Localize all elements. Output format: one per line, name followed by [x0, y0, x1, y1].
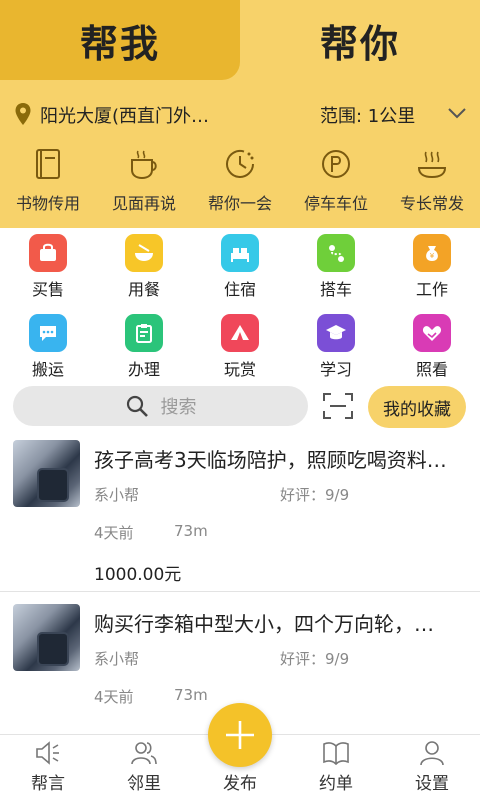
service-ride[interactable]: 搭车 [288, 234, 384, 304]
listing-time: 4天前 [94, 524, 134, 542]
range-text[interactable]: 范围: 1公里 [320, 102, 415, 128]
search-placeholder: 搜索 [160, 397, 197, 418]
service-label: 搭车 [319, 280, 352, 299]
people-icon [131, 742, 157, 765]
category-specialty[interactable]: 专长常发 [384, 146, 480, 216]
service-label: 住宿 [223, 280, 256, 299]
service-caretaking[interactable]: 照看 [384, 314, 480, 384]
location-pin-icon [15, 103, 31, 125]
listing-poster: 系小帮 [94, 486, 140, 504]
category-label: 停车车位 [303, 194, 368, 213]
service-label: 学习 [319, 360, 352, 379]
graduation-icon [317, 314, 355, 352]
service-grid-row: 买售 用餐 住宿 搭车 ¥ 工作 [0, 234, 480, 304]
listing-distance: 73m [174, 686, 208, 704]
service-label: 用餐 [127, 280, 160, 299]
route-icon [317, 234, 355, 272]
location-text: 阳光大厦(西直门外… [40, 106, 210, 127]
nav-orders[interactable]: 约单 [288, 735, 384, 800]
coffee-icon [131, 150, 157, 180]
nav-neighbors[interactable]: 邻里 [96, 735, 192, 800]
service-label: 搬运 [31, 360, 64, 379]
search-input[interactable]: 搜索 [13, 386, 308, 426]
scan-icon[interactable] [322, 392, 354, 420]
tab-help-me[interactable]: 帮我 [0, 0, 240, 80]
listing-thumbnail [13, 604, 80, 671]
nav-settings[interactable]: 设置 [384, 735, 480, 800]
list-item[interactable]: 孩子高考3天临场陪护，照顾吃喝资料… 系小帮 好评：9/9 4天前 73m 10… [0, 432, 480, 592]
nav-label: 邻里 [127, 774, 161, 794]
listing-distance: 73m [174, 522, 208, 540]
category-label: 书物传用 [15, 194, 80, 213]
location-bar[interactable]: 阳光大厦(西直门外… 范围: 1公里 [0, 96, 480, 132]
nav-label: 约单 [319, 774, 353, 794]
service-lodging[interactable]: 住宿 [192, 234, 288, 304]
nav-messages[interactable]: 帮言 [0, 735, 96, 800]
my-favorites-button[interactable]: 我的收藏 [368, 386, 466, 428]
service-grid-row: 搬运 办理 玩赏 学习 照看 [0, 314, 480, 384]
listing-title: 购买行李箱中型大小，四个万向轮，… [94, 612, 434, 636]
parking-icon [322, 150, 350, 178]
bed-icon [221, 234, 259, 272]
chevron-down-icon[interactable] [446, 104, 468, 122]
nav-label: 发布 [223, 774, 257, 794]
category-label: 帮你一会 [207, 194, 272, 213]
money-bag-icon: ¥ [413, 234, 451, 272]
service-moving[interactable]: 搬运 [0, 314, 96, 384]
service-handling[interactable]: 办理 [96, 314, 192, 384]
search-icon [126, 395, 148, 417]
listing-title: 孩子高考3天临场陪护，照顾吃喝资料… [94, 448, 447, 472]
user-icon [420, 741, 444, 766]
service-work[interactable]: ¥ 工作 [384, 234, 480, 304]
plus-icon [226, 721, 254, 749]
shop-icon [29, 234, 67, 272]
tab-help-you-label: 帮你 [319, 21, 400, 66]
listing-rating: 好评：9/9 [280, 650, 350, 668]
chat-icon [29, 314, 67, 352]
clipboard-icon [125, 314, 163, 352]
service-leisure[interactable]: 玩赏 [192, 314, 288, 384]
service-dining[interactable]: 用餐 [96, 234, 192, 304]
open-book-icon [323, 742, 349, 766]
service-label: 照看 [415, 360, 448, 379]
book-icon [36, 149, 60, 179]
service-study[interactable]: 学习 [288, 314, 384, 384]
clock-icon [226, 150, 254, 178]
category-label: 见面再说 [111, 194, 176, 213]
category-meet[interactable]: 见面再说 [96, 146, 192, 216]
service-label: 玩赏 [223, 360, 256, 379]
listing-poster: 系小帮 [94, 650, 140, 668]
service-label: 买售 [31, 280, 64, 299]
category-help-a-while[interactable]: 帮你一会 [192, 146, 288, 216]
category-label: 专长常发 [399, 194, 464, 213]
listing-time: 4天前 [94, 688, 134, 706]
tent-icon [221, 314, 259, 352]
publish-fab-button[interactable] [208, 703, 272, 767]
speaker-icon [36, 741, 59, 765]
service-label: 工作 [415, 280, 448, 299]
service-label: 办理 [127, 360, 160, 379]
nav-label: 帮言 [31, 774, 65, 794]
listing-price: 1000.00元 [94, 565, 182, 585]
heart-hand-icon [413, 314, 451, 352]
listing-rating: 好评：9/9 [280, 486, 350, 504]
listing-thumbnail [13, 440, 80, 507]
category-parking[interactable]: 停车车位 [288, 146, 384, 216]
bowl-icon [125, 234, 163, 272]
tab-help-me-label: 帮我 [79, 21, 160, 66]
svg-text:¥: ¥ [430, 252, 435, 260]
service-buy-sell[interactable]: 买售 [0, 234, 96, 304]
tab-help-you[interactable]: 帮你 [240, 0, 480, 80]
category-book[interactable]: 书物传用 [0, 146, 96, 216]
category-row: 书物传用 见面再说 帮你一会 停车车位 专长常发 [0, 146, 480, 216]
hot-dish-icon [417, 151, 447, 179]
header: 帮我 帮你 阳光大厦(西直门外… 范围: 1公里 书物传用 见面再说 帮你一会 … [0, 0, 480, 228]
nav-label: 设置 [415, 774, 449, 794]
